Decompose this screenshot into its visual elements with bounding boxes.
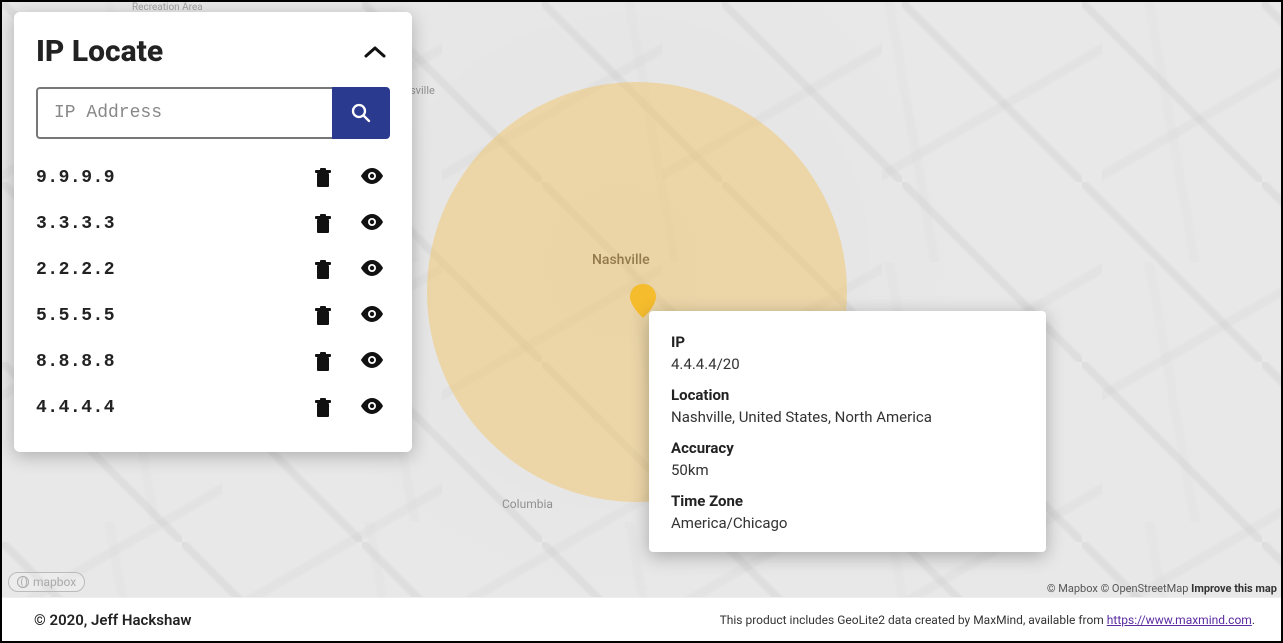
footer-attribution: This product includes GeoLite2 data crea… xyxy=(720,613,1255,627)
map-label-sville: sville xyxy=(410,84,435,97)
footer: © 2020, Jeff Hackshaw This product inclu… xyxy=(2,597,1281,641)
trash-icon xyxy=(314,306,332,326)
collapse-button[interactable] xyxy=(360,41,390,63)
ip-address-text: 5.5.5.5 xyxy=(36,306,314,326)
attribution-improve[interactable]: Improve this map xyxy=(1191,582,1277,595)
footer-maxmind-link[interactable]: https://www.maxmind.com xyxy=(1107,613,1252,627)
eye-icon xyxy=(360,306,384,322)
chevron-up-icon xyxy=(364,45,386,59)
ip-row: 3.3.3.3 xyxy=(36,201,390,247)
popup-ip-value: 4.4.4.4/20 xyxy=(671,355,1024,373)
popup-tz-value: America/Chicago xyxy=(671,514,1024,532)
popup-location-label: Location xyxy=(671,386,1024,404)
footer-text-prefix: This product includes GeoLite2 data crea… xyxy=(720,613,1107,627)
ip-row: 2.2.2.2 xyxy=(36,247,390,293)
delete-button[interactable] xyxy=(314,214,332,234)
ip-address-text: 2.2.2.2 xyxy=(36,260,314,280)
popup-tz-label: Time Zone xyxy=(671,492,1024,510)
eye-icon xyxy=(360,168,384,184)
search-icon xyxy=(351,103,371,123)
view-button[interactable] xyxy=(360,306,384,326)
ip-address-text: 8.8.8.8 xyxy=(36,352,314,372)
ip-address-text: 4.4.4.4 xyxy=(36,398,314,418)
location-popup: IP 4.4.4.4/20 Location Nashville, United… xyxy=(649,311,1046,552)
trash-icon xyxy=(314,214,332,234)
map-attribution: © Mapbox © OpenStreetMap Improve this ma… xyxy=(1047,582,1277,595)
eye-icon xyxy=(360,352,384,368)
delete-button[interactable] xyxy=(314,306,332,326)
popup-accuracy-label: Accuracy xyxy=(671,439,1024,457)
ip-address-input[interactable] xyxy=(36,87,332,139)
eye-icon xyxy=(360,260,384,276)
trash-icon xyxy=(314,352,332,372)
ip-list: 9.9.9.9 3.3.3.3 2.2.2.2 5.5.5.5 8.8.8.8 4.4.4… xyxy=(36,155,390,431)
mapbox-logo[interactable]: mapbox xyxy=(8,572,85,592)
control-panel: IP Locate 9.9.9.9 3.3.3.3 2.2.2.2 5.5.5.5 8.… xyxy=(14,12,412,452)
eye-icon xyxy=(360,398,384,414)
attribution-osm[interactable]: © OpenStreetMap xyxy=(1101,582,1189,595)
footer-copyright: © 2020, Jeff Hackshaw xyxy=(34,611,192,629)
map-label-columbia: Columbia xyxy=(502,497,553,511)
footer-text-suffix: . xyxy=(1252,613,1255,627)
ip-row: 5.5.5.5 xyxy=(36,293,390,339)
popup-accuracy-value: 50km xyxy=(671,461,1024,479)
popup-ip-label: IP xyxy=(671,333,1024,351)
view-button[interactable] xyxy=(360,260,384,280)
search-button[interactable] xyxy=(332,87,390,139)
delete-button[interactable] xyxy=(314,398,332,418)
view-button[interactable] xyxy=(360,352,384,372)
view-button[interactable] xyxy=(360,168,384,188)
delete-button[interactable] xyxy=(314,168,332,188)
view-button[interactable] xyxy=(360,214,384,234)
trash-icon xyxy=(314,168,332,188)
ip-address-text: 3.3.3.3 xyxy=(36,214,314,234)
search-row xyxy=(36,87,390,139)
trash-icon xyxy=(314,260,332,280)
popup-location-value: Nashville, United States, North America xyxy=(671,408,1024,426)
ip-address-text: 9.9.9.9 xyxy=(36,168,314,188)
mapbox-logo-text: mapbox xyxy=(33,575,76,589)
globe-icon xyxy=(17,576,29,588)
delete-button[interactable] xyxy=(314,260,332,280)
view-button[interactable] xyxy=(360,398,384,418)
trash-icon xyxy=(314,398,332,418)
map-label-nashville: Nashville xyxy=(592,252,650,268)
ip-row: 8.8.8.8 xyxy=(36,339,390,385)
ip-row: 4.4.4.4 xyxy=(36,385,390,431)
eye-icon xyxy=(360,214,384,230)
ip-row: 9.9.9.9 xyxy=(36,155,390,201)
attribution-mapbox[interactable]: © Mapbox xyxy=(1047,582,1098,595)
panel-title: IP Locate xyxy=(36,34,163,69)
delete-button[interactable] xyxy=(314,352,332,372)
